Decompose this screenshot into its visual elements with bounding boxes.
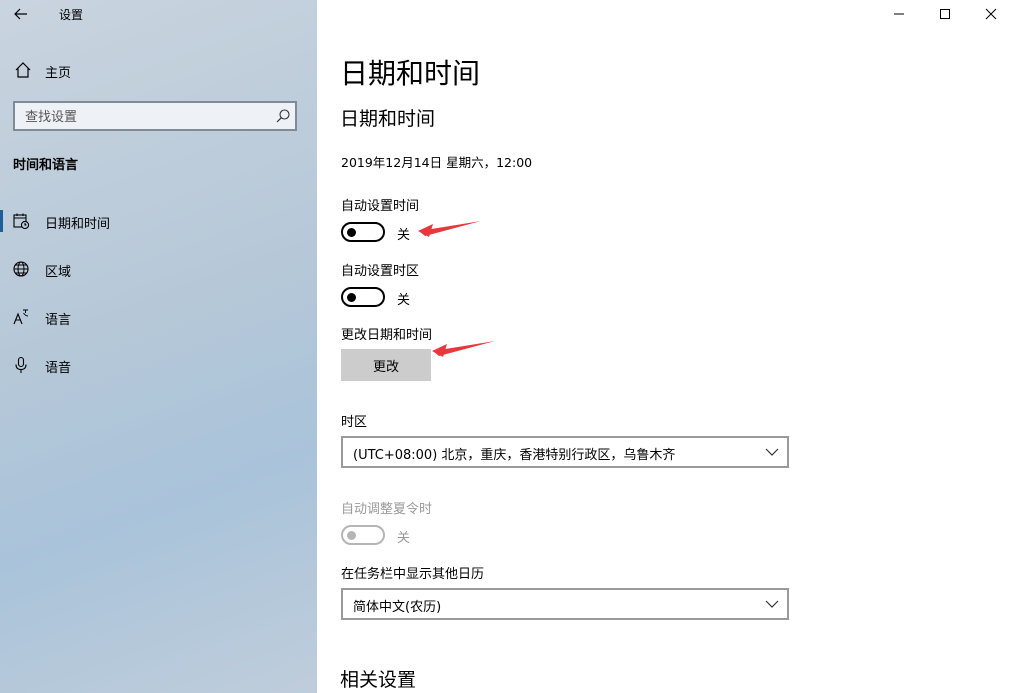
toggle-knob [347,228,356,237]
chevron-down-icon [765,600,779,608]
toggle-knob [347,531,356,540]
current-datetime: 2019年12月14日 星期六，12:00 [341,155,533,170]
page-title: 日期和时间 [340,57,481,90]
timezone-label: 时区 [341,415,368,430]
globe-icon [13,261,29,277]
change-datetime-label: 更改日期和时间 [341,328,433,343]
chevron-down-icon [765,448,779,456]
microphone-icon [15,356,27,373]
auto-time-label: 自动设置时间 [341,199,420,214]
sidebar-item-label: 语言 [45,313,72,328]
sidebar-item-language[interactable]: 语言 [0,299,317,335]
annotation-arrow-icon [432,341,495,357]
back-arrow-icon [14,8,27,20]
sidebar-item-region[interactable]: 区域 [0,251,317,287]
taskbar-calendar-value: 简体中文(农历) [353,600,442,615]
timezone-dropdown[interactable]: (UTC+08:00) 北京，重庆，香港特别行政区，乌鲁木齐 [341,436,789,468]
dst-toggle[interactable] [341,525,385,545]
sidebar-item-label: 日期和时间 [45,217,111,232]
sidebar-item-home[interactable]: 主页 [0,56,317,84]
back-button[interactable] [9,3,33,25]
auto-timezone-label: 自动设置时区 [341,264,420,279]
titlebar-left: 设置 [0,0,317,28]
related-settings-title: 相关设置 [340,669,417,691]
search-icon[interactable] [275,108,291,124]
maximize-button[interactable] [922,0,968,28]
dst-label: 自动调整夏令时 [341,502,433,517]
sidebar-item-date-time[interactable]: 日期和时间 [0,203,317,239]
home-icon [15,62,31,78]
timezone-value: (UTC+08:00) 北京，重庆，香港特别行政区，乌鲁木齐 [353,448,676,463]
section-title: 日期和时间 [340,108,436,130]
sidebar-item-label: 区域 [45,265,72,280]
language-icon [13,309,29,325]
annotation-arrow-icon [418,221,481,237]
calendar-clock-icon [13,213,30,230]
change-button[interactable]: 更改 [341,349,431,381]
sidebar-item-label: 语音 [45,361,72,376]
search-input[interactable] [15,103,277,131]
taskbar-calendar-label: 在任务栏中显示其他日历 [341,567,485,582]
maximize-icon [940,9,950,19]
minimize-icon [894,13,904,15]
sidebar-item-speech[interactable]: 语音 [0,347,317,383]
auto-timezone-toggle[interactable] [341,287,385,307]
toggle-knob [347,293,356,302]
sidebar-section-title: 时间和语言 [13,158,79,173]
auto-timezone-state: 关 [397,293,411,308]
close-icon [985,8,997,20]
search-box[interactable] [13,101,297,131]
app-title: 设置 [59,8,84,22]
auto-time-toggle[interactable] [341,222,385,242]
auto-time-state: 关 [397,228,411,243]
minimize-button[interactable] [876,0,922,28]
sidebar-item-label: 主页 [45,66,72,81]
taskbar-calendar-dropdown[interactable]: 简体中文(农历) [341,588,789,620]
dst-state: 关 [397,531,411,546]
sidebar: 设置 主页 时间和语言 日期和时间 区域 语言 语音 [0,0,317,693]
close-button[interactable] [968,0,1011,28]
